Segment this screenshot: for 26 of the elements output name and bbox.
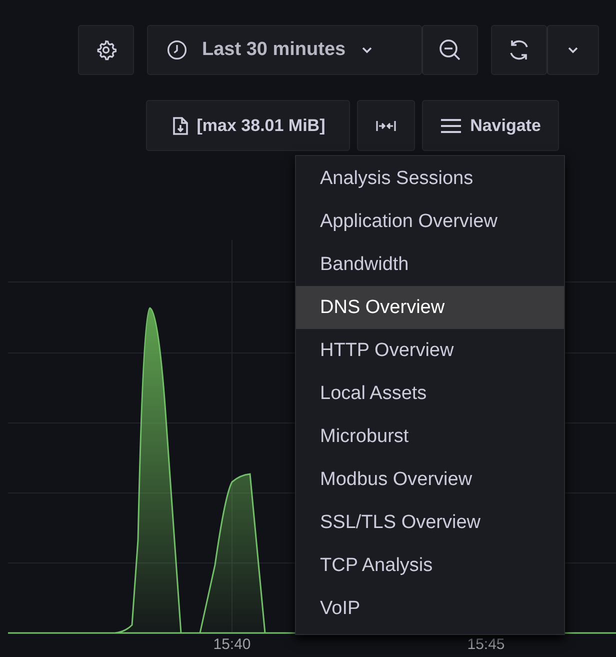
axis-label: 15:40 <box>213 636 251 653</box>
time-range-picker[interactable]: Last 30 minutes <box>147 25 422 75</box>
menu-item[interactable]: Application Overview <box>296 200 564 243</box>
menu-item[interactable]: Analysis Sessions <box>296 157 564 200</box>
clock-icon <box>166 39 188 61</box>
menu-item[interactable]: Bandwidth <box>296 243 564 286</box>
file-download-icon <box>170 116 189 136</box>
zoom-out-icon <box>438 38 462 62</box>
navigate-button[interactable]: Navigate <box>422 100 559 151</box>
settings-icon <box>95 39 117 61</box>
menu-item[interactable]: VoIP <box>296 587 564 630</box>
menu-item[interactable]: DNS Overview <box>296 286 564 329</box>
menu-item[interactable]: HTTP Overview <box>296 329 564 372</box>
collapse-button[interactable] <box>357 100 415 151</box>
menu-icon <box>440 118 462 134</box>
zoom-out-button[interactable] <box>422 25 478 75</box>
menu-item[interactable]: SSL/TLS Overview <box>296 501 564 544</box>
axis-label: 15:45 <box>467 636 505 653</box>
menu-item[interactable]: Local Assets <box>296 372 564 415</box>
export-button[interactable]: [max 38.01 MiB] <box>146 100 350 151</box>
collapse-arrows-icon <box>376 120 396 132</box>
refresh-button[interactable] <box>491 25 547 75</box>
menu-item[interactable]: Microburst <box>296 415 564 458</box>
menu-item[interactable]: TCP Analysis <box>296 544 564 587</box>
menu-item[interactable]: Modbus Overview <box>296 458 564 501</box>
settings-button[interactable] <box>78 25 134 75</box>
